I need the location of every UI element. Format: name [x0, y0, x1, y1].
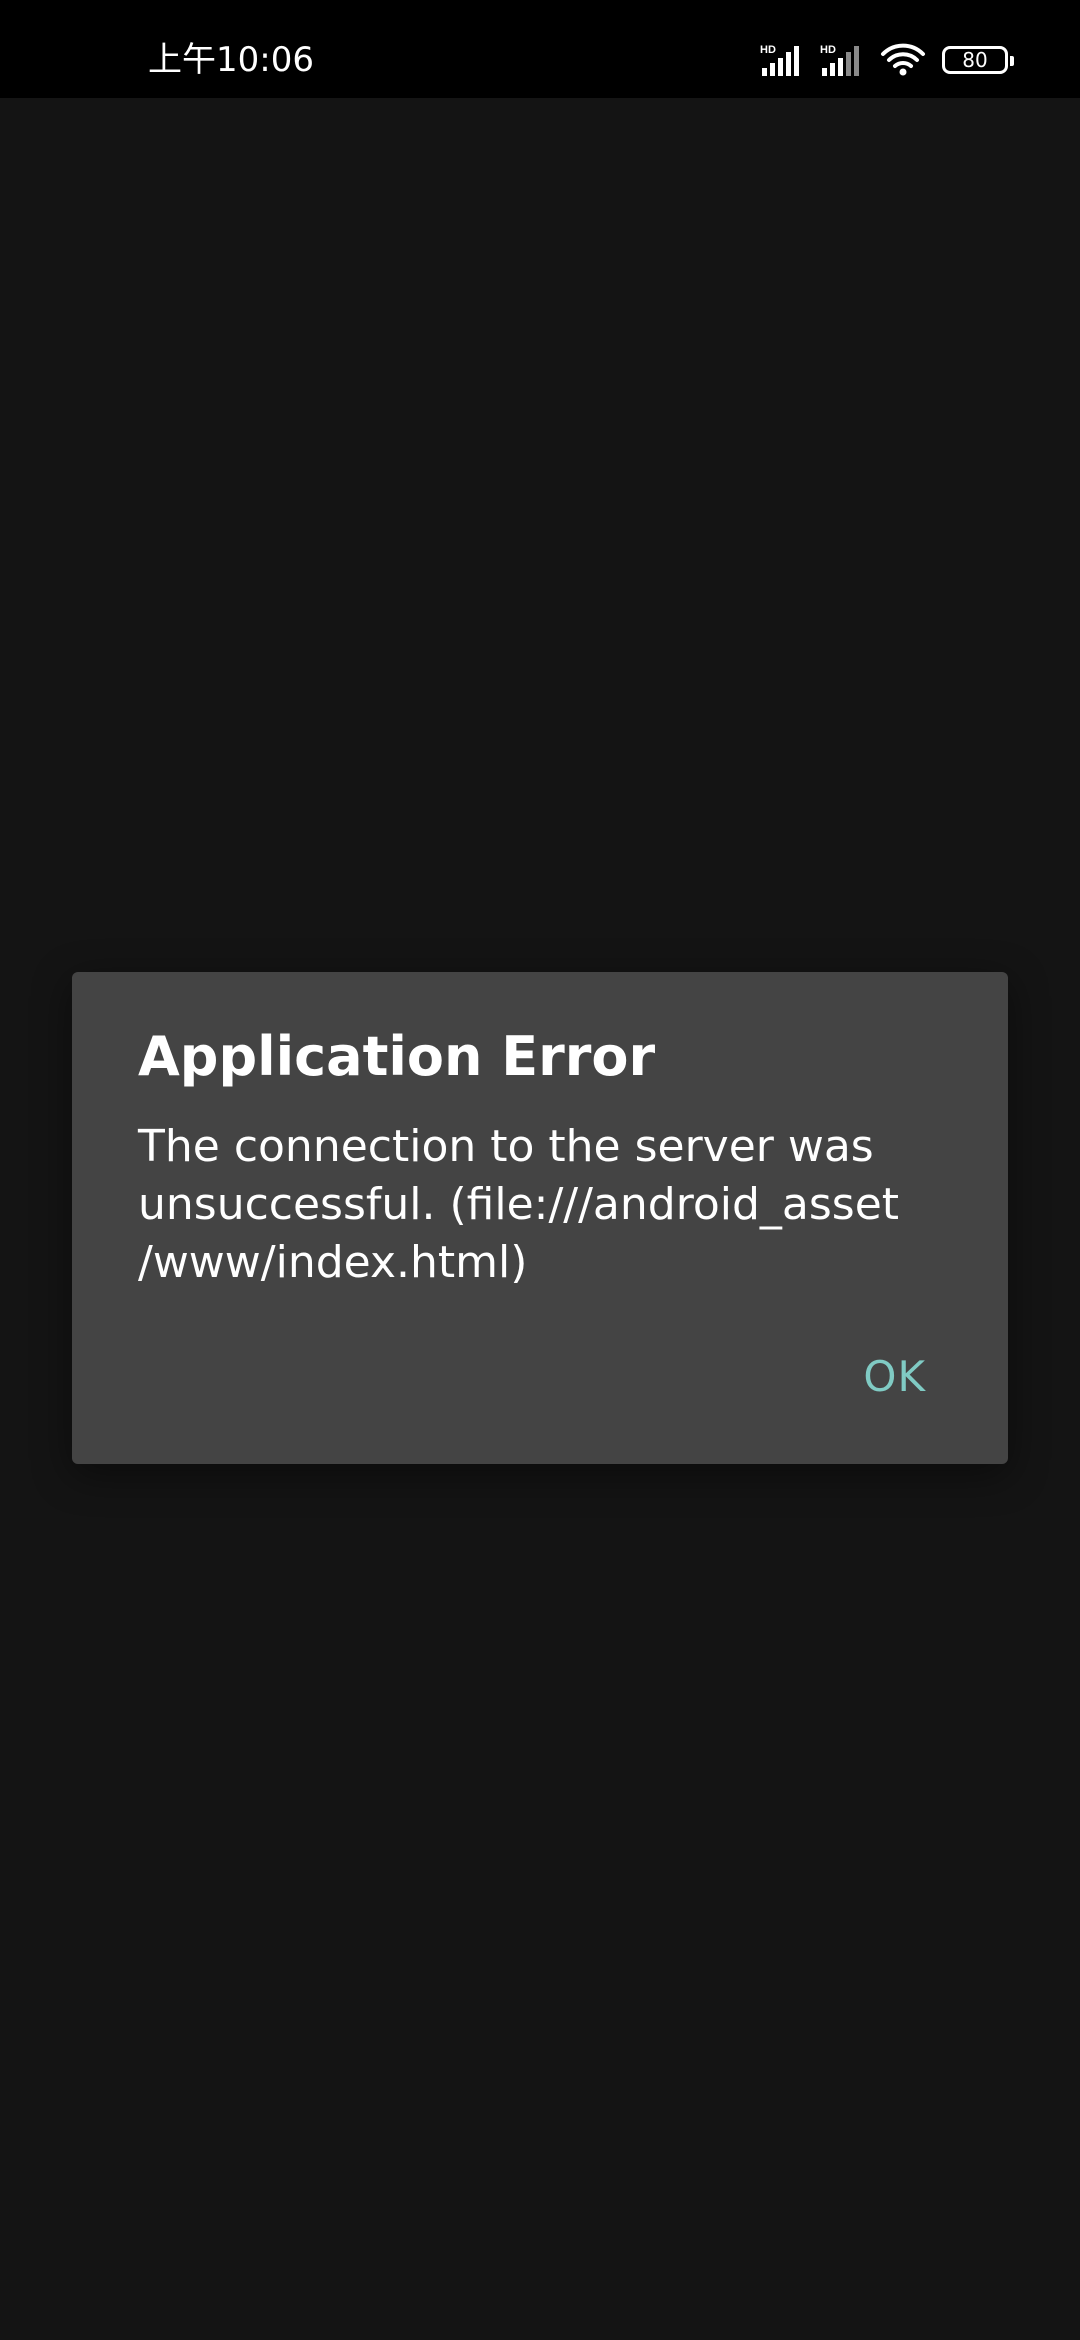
dialog-title: Application Error — [138, 1025, 656, 1088]
app-screen: 上午10:06 HD HD 80 Application Error The c… — [0, 0, 1080, 2340]
ok-button[interactable]: OK — [857, 1350, 932, 1404]
signal-icon: HD — [760, 42, 804, 78]
status-icons: HD HD 80 — [760, 40, 1014, 80]
battery-icon: 80 — [942, 46, 1014, 74]
signal-icon: HD — [820, 42, 864, 78]
status-bar: 上午10:06 HD HD 80 — [0, 0, 1080, 98]
wifi-icon — [880, 42, 926, 78]
application-error-dialog: Application Error The connection to the … — [72, 972, 1008, 1464]
dialog-message: The connection to the server was unsucce… — [138, 1121, 900, 1288]
battery-level: 80 — [962, 48, 988, 72]
signal-hd-label: HD — [760, 44, 776, 56]
status-time: 上午10:06 — [148, 40, 314, 80]
signal-hd-label: HD — [820, 44, 836, 56]
